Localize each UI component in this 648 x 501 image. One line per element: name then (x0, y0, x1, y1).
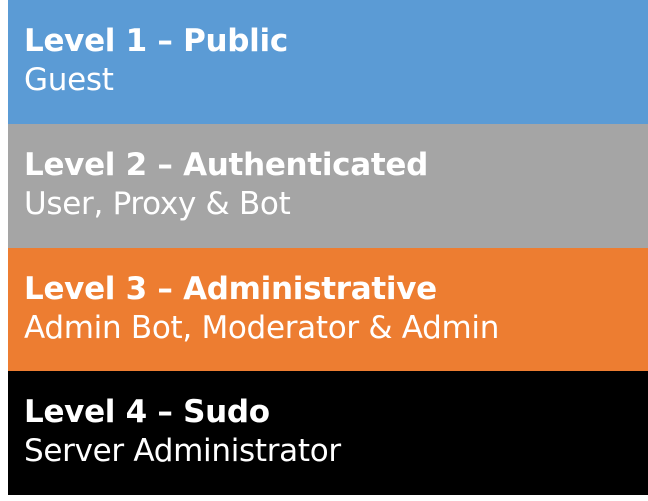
level-4-description: Server Administrator (24, 433, 341, 470)
level-4-title: Level 4 – Sudo (24, 394, 270, 431)
level-2-authenticated-block: Level 2 – Authenticated User, Proxy & Bo… (8, 123, 648, 248)
level-4-sudo-block: Level 4 – Sudo Server Administrator (8, 371, 648, 495)
level-3-administrative-block: Level 3 – Administrative Admin Bot, Mode… (8, 247, 648, 372)
level-1-public-block: Level 1 – Public Guest (8, 0, 648, 124)
level-2-description: User, Proxy & Bot (24, 185, 291, 222)
level-3-title: Level 3 – Administrative (24, 270, 437, 307)
level-1-title: Level 1 – Public (24, 23, 288, 59)
permission-levels-stack: Level 1 – Public Guest Level 2 – Authent… (8, 0, 648, 495)
level-1-description: Guest (24, 62, 114, 98)
level-3-description: Admin Bot, Moderator & Admin (24, 309, 500, 346)
level-2-title: Level 2 – Authenticated (24, 146, 429, 183)
